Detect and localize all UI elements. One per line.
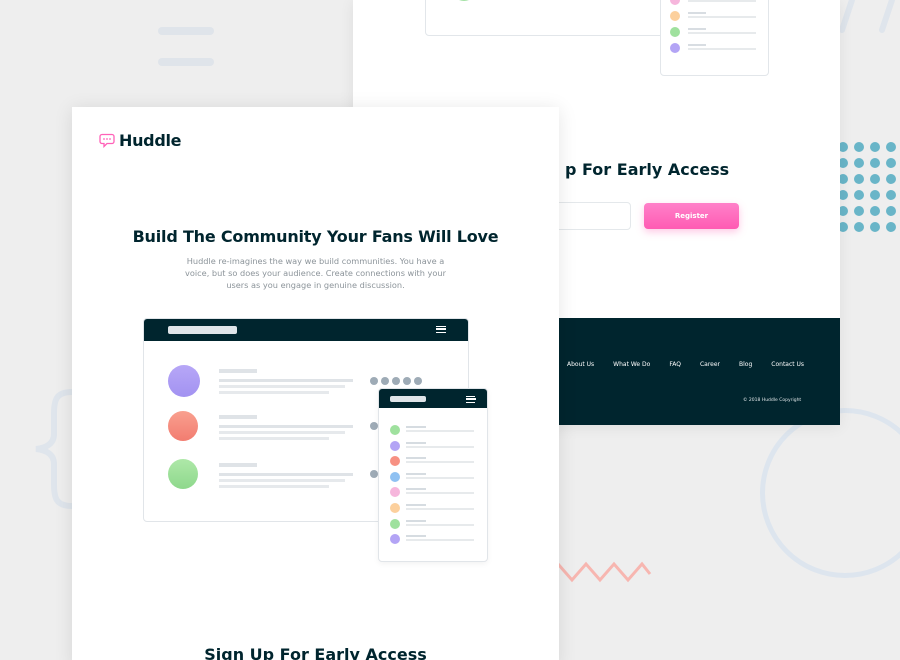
desktop-mockup-sidebar <box>660 0 769 76</box>
mobile-mockup-titlebar <box>379 389 487 408</box>
logo[interactable]: Huddle <box>99 131 182 150</box>
chat-bubble-icon <box>99 133 115 148</box>
mockup-post-row <box>168 411 368 447</box>
footer-link-contact-us[interactable]: Contact Us <box>771 361 804 368</box>
desktop-mockup-window <box>425 0 667 36</box>
logo-text: Huddle <box>119 131 182 150</box>
footer-nav: About Us What We Do FAQ Career Blog Cont… <box>567 361 804 368</box>
background-zigzag-icon <box>558 561 652 583</box>
footer-link-blog[interactable]: Blog <box>739 361 752 368</box>
copyright-text: © 2018 Huddle Copyright <box>743 398 802 403</box>
register-button[interactable]: Register <box>644 203 739 229</box>
mockup-dots <box>370 377 422 385</box>
signup-heading: Sign Up For Early Access <box>204 645 427 660</box>
footer-link-what-we-do[interactable]: What We Do <box>613 361 650 368</box>
mobile-mockup-url-bar <box>390 396 426 402</box>
hamburger-icon <box>436 326 446 333</box>
mockup-dot <box>370 422 378 430</box>
hero-text: Huddle re-imagines the way we build comm… <box>185 256 446 290</box>
mockup-avatar <box>452 0 476 1</box>
background-bar-bottom <box>158 58 214 66</box>
footer-link-about-us[interactable]: About Us <box>567 361 594 368</box>
hamburger-icon <box>466 396 476 403</box>
background-bar-top <box>158 27 214 35</box>
mockup-avatar <box>168 365 200 397</box>
mockup-avatar <box>168 411 198 441</box>
background-slash-icon <box>839 0 895 33</box>
footer-link-career[interactable]: Career <box>700 361 720 368</box>
mockup-titlebar <box>144 319 468 341</box>
background-brace-icon <box>35 389 73 509</box>
background-dot-grid <box>838 142 896 232</box>
mockup-avatar <box>168 459 198 489</box>
early-access-heading: p For Early Access <box>565 160 730 179</box>
mockup-post-row <box>168 459 368 495</box>
mockup-dot <box>370 470 378 478</box>
mockup-post-row <box>168 365 368 401</box>
landing-page: Huddle Build The Community Your Fans Wil… <box>72 107 559 660</box>
hero-title: Build The Community Your Fans Will Love <box>132 227 499 246</box>
mockup-url-bar <box>168 326 237 334</box>
footer-link-faq[interactable]: FAQ <box>669 361 681 368</box>
background-ring <box>760 408 900 578</box>
mobile-mockup-window <box>378 388 488 562</box>
